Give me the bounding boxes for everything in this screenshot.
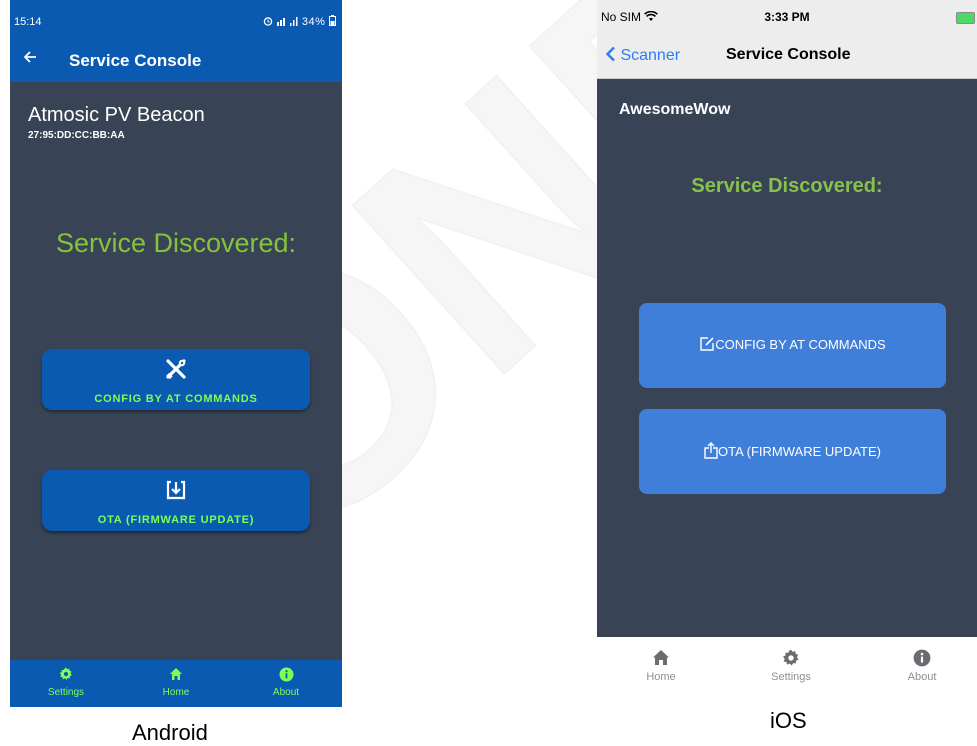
ios-status-time: 3:33 PM xyxy=(764,10,810,24)
back-button[interactable] xyxy=(23,48,37,68)
battery-icon xyxy=(956,12,975,24)
tools-icon xyxy=(42,358,310,384)
ota-firmware-update-button[interactable]: OTA (FIRMWARE UPDATE) xyxy=(42,470,310,531)
ios-caption: iOS xyxy=(770,708,807,733)
tab-home-label: Home xyxy=(646,671,676,683)
chevron-left-icon xyxy=(605,46,615,62)
config-button-content: CONFIG BY AT COMMANDS xyxy=(639,336,946,352)
page-title: Service Console xyxy=(726,46,851,63)
battery-percent: 34% xyxy=(301,16,326,28)
home-icon xyxy=(141,667,211,685)
home-icon xyxy=(626,649,696,667)
device-name: Atmosic PV Beacon xyxy=(28,104,205,126)
tab-settings-label: Settings xyxy=(771,671,811,683)
service-discovered-label: Service Discovered: xyxy=(55,228,297,258)
nav-settings-label: Settings xyxy=(47,687,85,698)
arrow-left-icon xyxy=(23,51,36,63)
tab-home[interactable]: Home xyxy=(626,649,696,683)
config-by-at-commands-button[interactable]: CONFIG BY AT COMMANDS xyxy=(639,303,946,388)
back-button[interactable]: Scanner xyxy=(605,46,680,65)
tab-settings[interactable]: Settings xyxy=(756,649,826,683)
ios-tab-bar: Home Settings About xyxy=(597,637,977,710)
status-indicators: 34% xyxy=(263,15,336,28)
nav-item-about[interactable]: About xyxy=(251,667,321,698)
ota-button-content: OTA (FIRMWARE UPDATE) xyxy=(639,442,946,459)
signal-icon xyxy=(277,17,298,26)
nav-about-label: About xyxy=(272,687,300,698)
ota-button-label: OTA (FIRMWARE UPDATE) xyxy=(97,514,255,526)
ota-firmware-update-button[interactable]: OTA (FIRMWARE UPDATE) xyxy=(639,409,946,494)
config-by-at-commands-button[interactable]: CONFIG BY AT COMMANDS xyxy=(42,349,310,410)
service-discovered-label: Service Discovered: xyxy=(691,175,883,197)
ios-screen: No SIM 3:33 PM Scanner Service Console A… xyxy=(597,0,977,710)
android-status-bar: 15:14 34% xyxy=(10,0,342,38)
page-title: Service Console xyxy=(69,51,202,70)
device-name: AwesomeWow xyxy=(619,101,731,118)
info-icon xyxy=(887,649,957,667)
ios-content: AwesomeWow Service Discovered: CONFIG BY… xyxy=(597,79,977,637)
gear-icon xyxy=(756,649,826,667)
back-label: Scanner xyxy=(620,47,681,64)
ota-button-label: OTA (FIRMWARE UPDATE) xyxy=(718,444,881,459)
status-time: 15:14 xyxy=(14,16,42,28)
android-app-bar: Service Console xyxy=(10,38,342,82)
ios-nav-bar: Scanner Service Console xyxy=(597,34,977,79)
download-box-icon xyxy=(42,479,310,505)
device-mac: 27:95:DD:CC:BB:AA xyxy=(28,130,125,141)
tab-about-label: About xyxy=(907,671,937,683)
nav-home-label: Home xyxy=(162,687,190,698)
battery-icon xyxy=(329,15,336,26)
info-icon xyxy=(251,667,321,685)
share-icon xyxy=(704,442,718,459)
nav-item-home[interactable]: Home xyxy=(141,667,211,698)
edit-icon xyxy=(700,337,714,351)
tab-about[interactable]: About xyxy=(887,649,957,683)
config-button-label: CONFIG BY AT COMMANDS xyxy=(94,393,258,405)
android-screen: 15:14 34% Service Console Atmosic PV Bea… xyxy=(10,0,342,707)
gear-icon xyxy=(31,667,101,685)
config-button-label: CONFIG BY AT COMMANDS xyxy=(715,337,886,352)
android-bottom-nav: Settings Home About xyxy=(10,660,342,707)
ios-status-bar: No SIM 3:33 PM xyxy=(597,0,977,34)
alarm-icon xyxy=(263,17,273,26)
nav-item-settings[interactable]: Settings xyxy=(31,667,101,698)
android-caption: Android xyxy=(132,720,208,745)
